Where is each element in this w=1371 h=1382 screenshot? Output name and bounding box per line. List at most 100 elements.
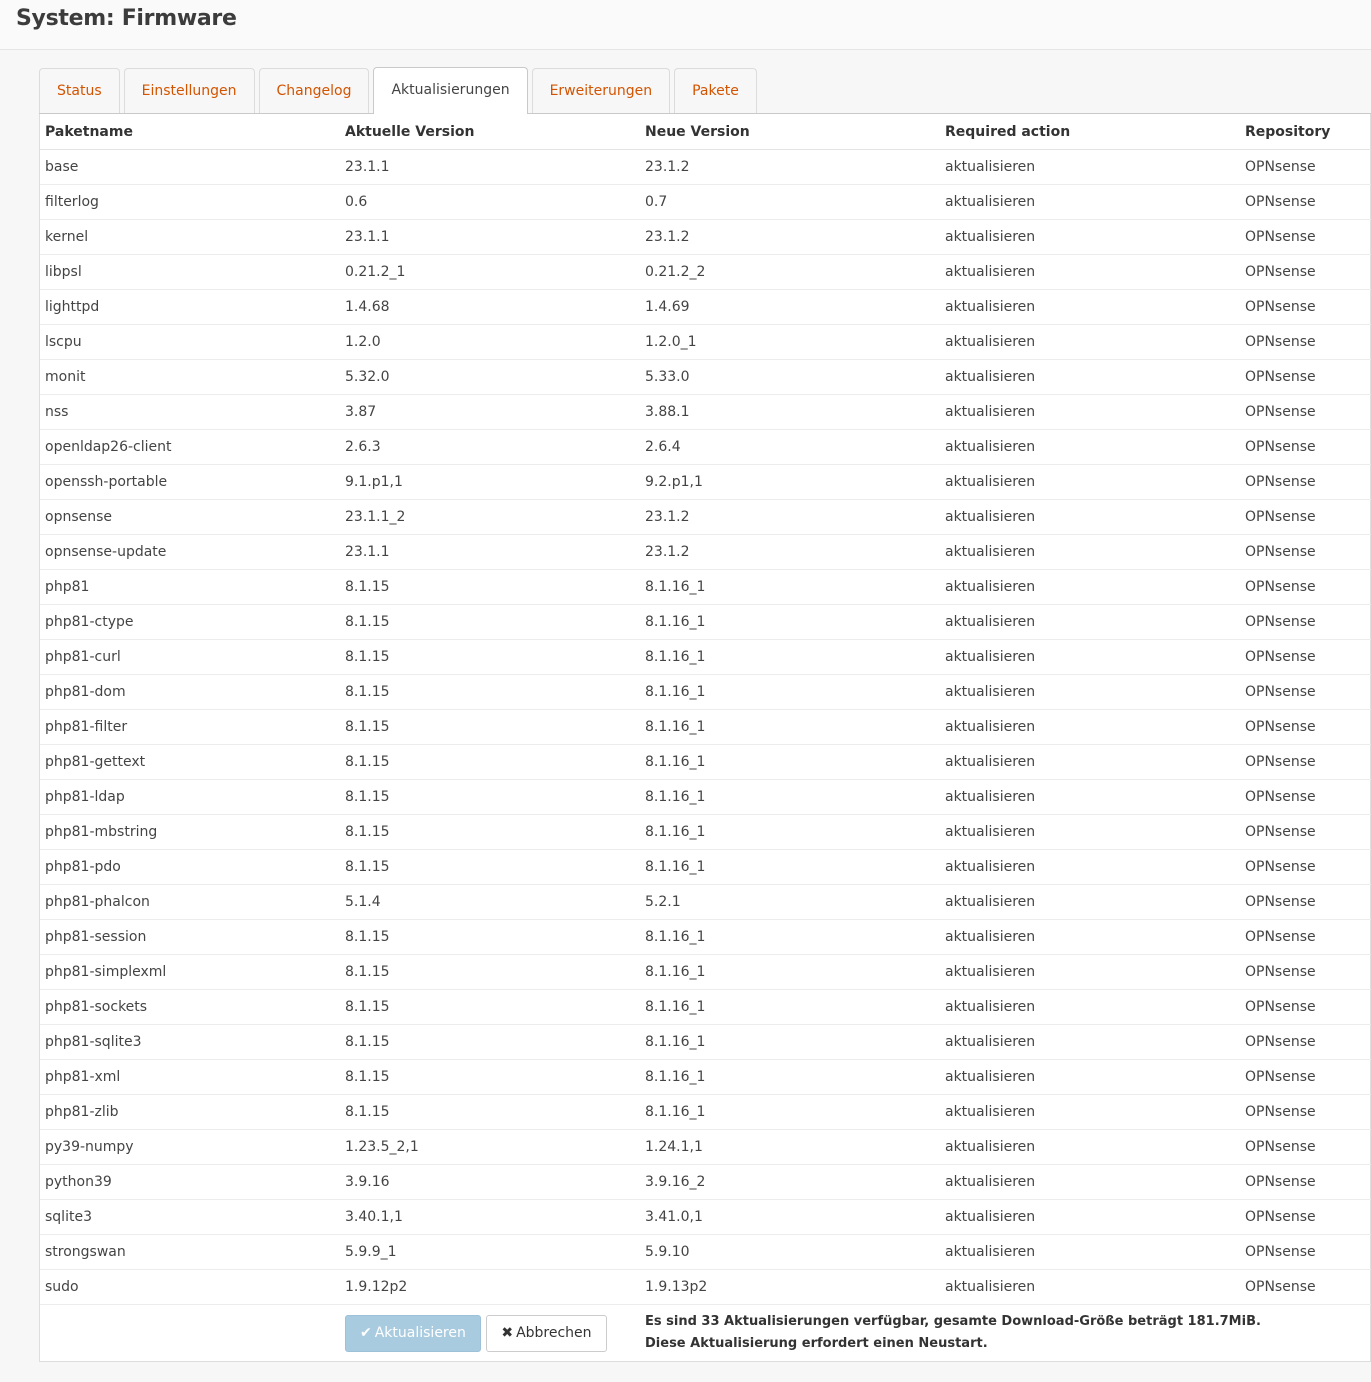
new-version-cell: 8.1.16_1 <box>640 1094 940 1130</box>
required-action-cell: aktualisieren <box>940 744 1240 780</box>
required-action-cell: aktualisieren <box>940 604 1240 640</box>
table-row: openssh-portable 9.1.p1,1 9.2.p1,1 aktualis… <box>40 464 1371 500</box>
table-row: php81 8.1.15 8.1.16_1 aktualisieren OPNsense <box>40 569 1371 605</box>
required-action-cell: aktualisieren <box>940 1164 1240 1200</box>
table-row: opnsense 23.1.1_2 23.1.2 aktualisieren OPNse… <box>40 499 1371 535</box>
repository-cell: OPNsense <box>1240 884 1371 920</box>
repository-cell: OPNsense <box>1240 499 1371 535</box>
repository-cell: OPNsense <box>1240 989 1371 1025</box>
package-name-cell: lighttpd <box>40 289 340 325</box>
close-icon: ✖ <box>501 1324 514 1341</box>
footer-actions-cell: ✔ Aktualisieren ✖ Abbrechen <box>340 1305 640 1362</box>
repository-cell: OPNsense <box>1240 1164 1371 1200</box>
new-version-cell: 8.1.16_1 <box>640 779 940 815</box>
package-name-cell: php81-ctype <box>40 604 340 640</box>
package-name-cell: php81-curl <box>40 639 340 675</box>
current-version-cell: 8.1.15 <box>340 604 640 640</box>
new-version-cell: 23.1.2 <box>640 499 940 535</box>
table-row: php81-sqlite3 8.1.15 8.1.16_1 aktualisieren… <box>40 1024 1371 1060</box>
package-name-cell: php81-ldap <box>40 779 340 815</box>
new-version-cell: 8.1.16_1 <box>640 639 940 675</box>
required-action-cell: aktualisieren <box>940 989 1240 1025</box>
new-version-cell: 1.4.69 <box>640 289 940 325</box>
table-row: php81-phalcon 5.1.4 5.2.1 aktualisieren OPNs… <box>40 884 1371 920</box>
tab-aktualisierungen[interactable]: Aktualisierungen <box>373 67 528 114</box>
new-version-cell: 8.1.16_1 <box>640 604 940 640</box>
new-version-cell: 0.7 <box>640 184 940 220</box>
package-name-cell: py39-numpy <box>40 1129 340 1165</box>
current-version-cell: 8.1.15 <box>340 919 640 955</box>
tab-pakete[interactable]: Pakete <box>674 68 757 113</box>
required-action-cell: aktualisieren <box>940 954 1240 990</box>
package-name-cell: filterlog <box>40 184 340 220</box>
current-version-cell: 2.6.3 <box>340 429 640 465</box>
new-version-cell: 8.1.16_1 <box>640 814 940 850</box>
new-version-cell: 23.1.2 <box>640 149 940 185</box>
updates-table: Paketname Aktuelle Version Neue Version Req… <box>40 114 1371 1361</box>
required-action-cell: aktualisieren <box>940 814 1240 850</box>
table-row: py39-numpy 1.23.5_2,1 1.24.1,1 aktualisiere… <box>40 1129 1371 1165</box>
current-version-cell: 3.40.1,1 <box>340 1199 640 1235</box>
table-row: php81-zlib 8.1.15 8.1.16_1 aktualisieren OPN… <box>40 1094 1371 1130</box>
new-version-cell: 2.6.4 <box>640 429 940 465</box>
new-version-cell: 8.1.16_1 <box>640 849 940 885</box>
package-name-cell: sqlite3 <box>40 1199 340 1235</box>
check-icon: ✔ <box>360 1324 372 1341</box>
table-row: libpsl 0.21.2_1 0.21.2_2 aktualisieren OPNse… <box>40 254 1371 290</box>
cancel-button[interactable]: ✖ Abbrechen <box>486 1314 607 1352</box>
repository-cell: OPNsense <box>1240 744 1371 780</box>
table-body: base 23.1.1 23.1.2 aktualisieren OPNsense fil… <box>40 149 1371 1305</box>
required-action-cell: aktualisieren <box>940 639 1240 675</box>
current-version-cell: 8.1.15 <box>340 744 640 780</box>
tab-einstellungen[interactable]: Einstellungen <box>123 68 255 113</box>
table-row: filterlog 0.6 0.7 aktualisieren OPNsense <box>40 184 1371 220</box>
table-row: php81-pdo 8.1.15 8.1.16_1 aktualisieren OPNs… <box>40 849 1371 885</box>
table-row: monit 5.32.0 5.33.0 aktualisieren OPNsense <box>40 359 1371 395</box>
update-button[interactable]: ✔ Aktualisieren <box>345 1314 481 1352</box>
package-name-cell: php81-filter <box>40 709 340 745</box>
package-name-cell: php81-phalcon <box>40 884 340 920</box>
new-version-cell: 8.1.16_1 <box>640 1059 940 1095</box>
table-row: sudo 1.9.12p2 1.9.13p2 aktualisieren OPNsens… <box>40 1269 1371 1305</box>
required-action-cell: aktualisieren <box>940 394 1240 430</box>
repository-cell: OPNsense <box>1240 534 1371 570</box>
required-action-cell: aktualisieren <box>940 534 1240 570</box>
table-row: nss 3.87 3.88.1 aktualisieren OPNsense <box>40 394 1371 430</box>
package-name-cell: openssh-portable <box>40 464 340 500</box>
current-version-cell: 9.1.p1,1 <box>340 464 640 500</box>
new-version-cell: 5.33.0 <box>640 359 940 395</box>
new-version-cell: 8.1.16_1 <box>640 709 940 745</box>
repository-cell: OPNsense <box>1240 1094 1371 1130</box>
table-row: php81-sockets 8.1.15 8.1.16_1 aktualisieren… <box>40 989 1371 1025</box>
tab-changelog[interactable]: Changelog <box>258 68 370 113</box>
cancel-button-label: Abbrechen <box>516 1324 592 1341</box>
new-version-cell: 23.1.2 <box>640 219 940 255</box>
package-name-cell: libpsl <box>40 254 340 290</box>
table-row: php81-session 8.1.15 8.1.16_1 aktualisieren… <box>40 919 1371 955</box>
current-version-cell: 1.23.5_2,1 <box>340 1129 640 1165</box>
table-row: sqlite3 3.40.1,1 3.41.0,1 aktualisieren OPNs… <box>40 1199 1371 1235</box>
new-version-cell: 0.21.2_2 <box>640 254 940 290</box>
package-name-cell: monit <box>40 359 340 395</box>
required-action-cell: aktualisieren <box>940 779 1240 815</box>
package-name-cell: php81-pdo <box>40 849 340 885</box>
required-action-cell: aktualisieren <box>940 1129 1240 1165</box>
table-row: php81-dom 8.1.15 8.1.16_1 aktualisieren OPNs… <box>40 674 1371 710</box>
table-row: php81-curl 8.1.15 8.1.16_1 aktualisieren OPN… <box>40 639 1371 675</box>
repository-cell: OPNsense <box>1240 814 1371 850</box>
package-name-cell: opnsense-update <box>40 534 340 570</box>
new-version-cell: 3.41.0,1 <box>640 1199 940 1235</box>
tab-erweiterungen[interactable]: Erweiterungen <box>531 68 671 113</box>
required-action-cell: aktualisieren <box>940 919 1240 955</box>
new-version-cell: 23.1.2 <box>640 534 940 570</box>
new-version-cell: 1.9.13p2 <box>640 1269 940 1305</box>
table-row: php81-simplexml 8.1.15 8.1.16_1 aktualisier… <box>40 954 1371 990</box>
repository-cell: OPNsense <box>1240 464 1371 500</box>
required-action-cell: aktualisieren <box>940 1199 1240 1235</box>
repository-cell: OPNsense <box>1240 639 1371 675</box>
current-version-cell: 8.1.15 <box>340 639 640 675</box>
tab-status[interactable]: Status <box>39 68 120 113</box>
current-version-cell: 8.1.15 <box>340 954 640 990</box>
required-action-cell: aktualisieren <box>940 149 1240 185</box>
repository-cell: OPNsense <box>1240 919 1371 955</box>
